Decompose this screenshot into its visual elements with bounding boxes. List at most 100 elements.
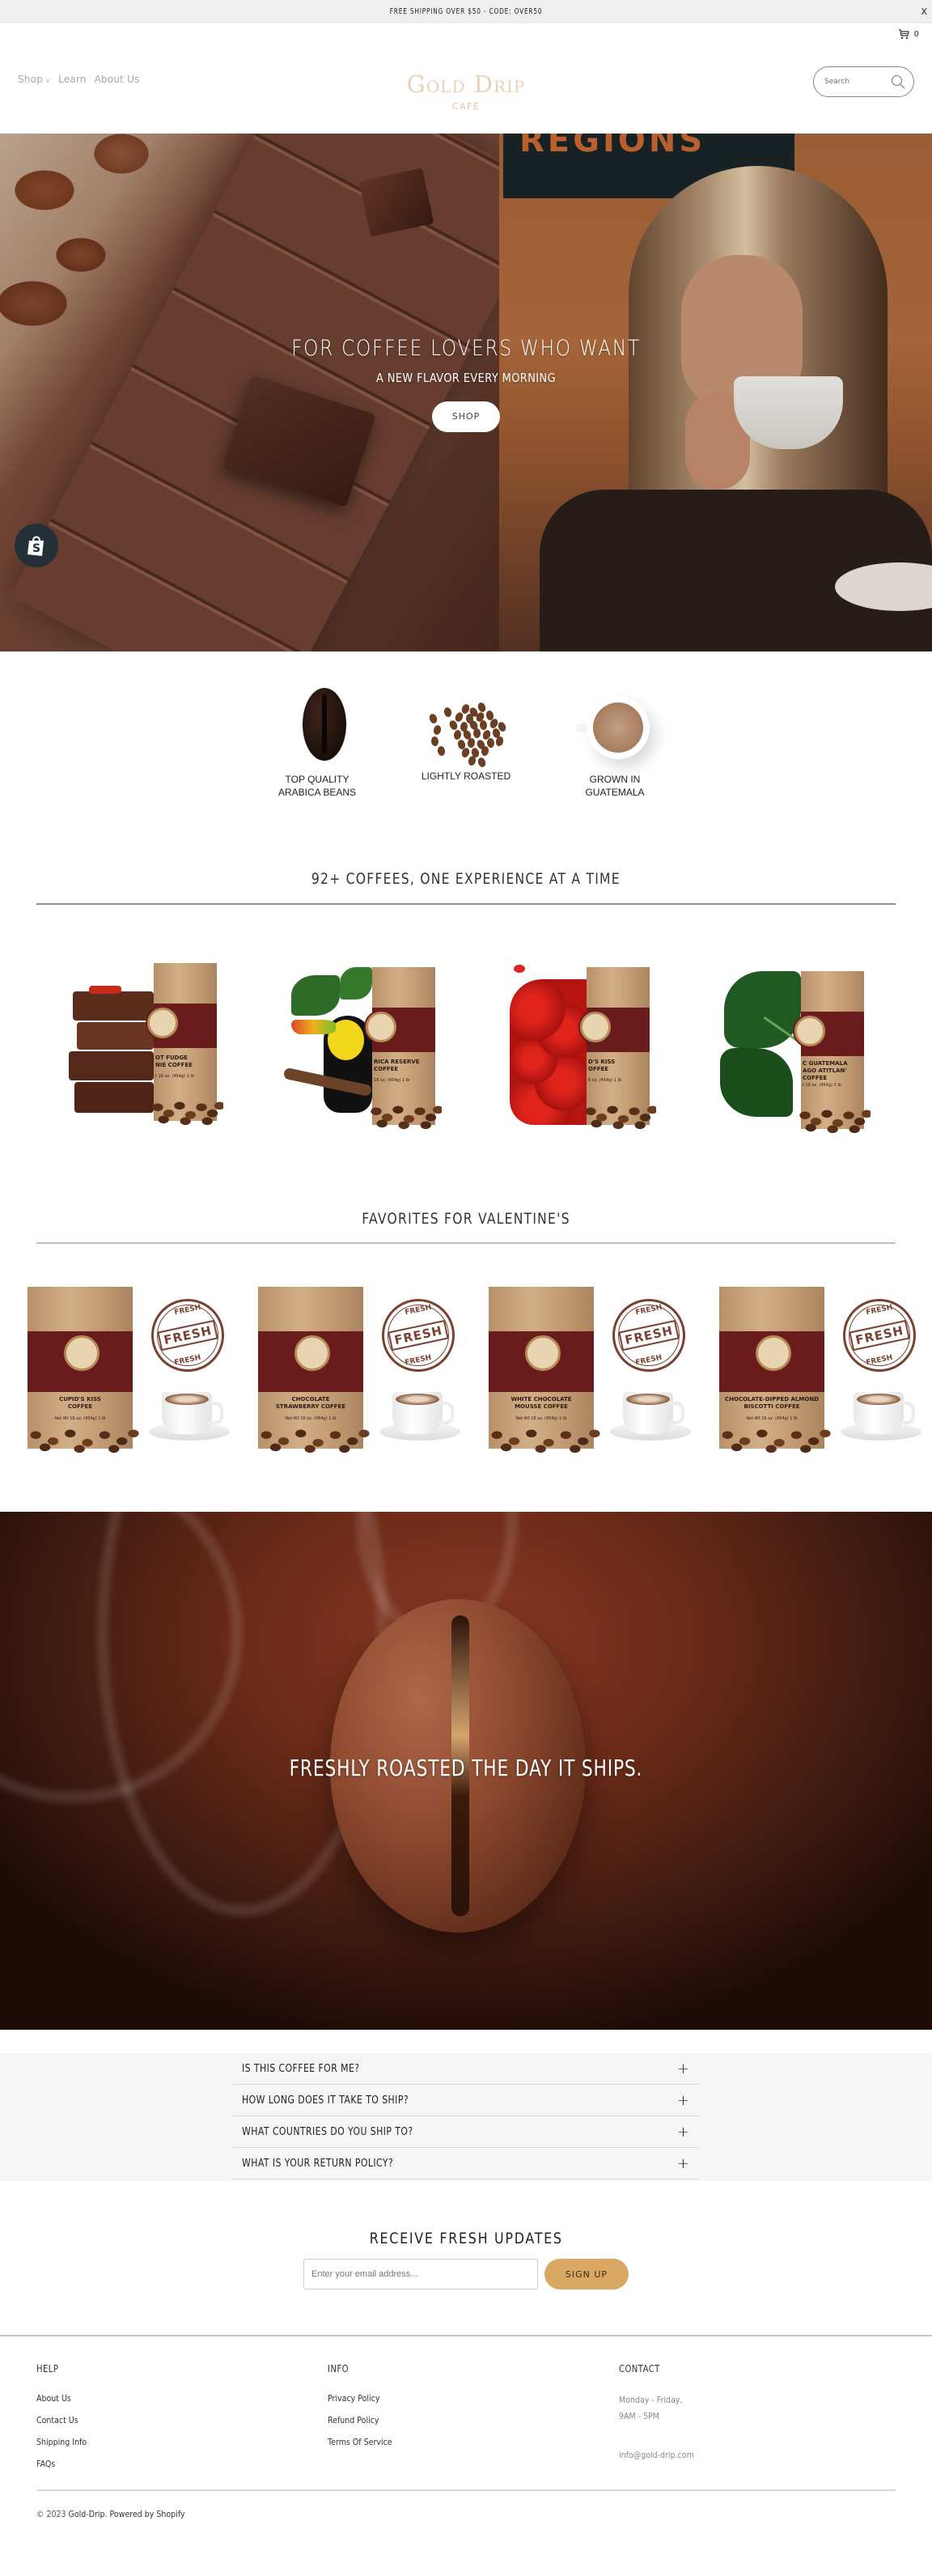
hero-subtitle: A NEW FLAVOR EVERY MORNING: [375, 371, 557, 385]
coffee-bag-image: CHOCOLATE STRAWBERRY COFFEE Net Wt 16 oz. …: [255, 1287, 370, 1454]
fresh-stamp-icon: FRESH FRESH FRESH: [382, 1299, 455, 1372]
product-visual-toucan: [282, 967, 373, 1117]
cart-icon: [898, 29, 909, 40]
product-grid: OT FUDGE NIE COFFEE t 16 oz. (454g) 1 lb …: [0, 955, 932, 1149]
close-announcement-button[interactable]: X: [921, 6, 927, 17]
footer-divider: [36, 2489, 896, 2491]
bean-pile-icon: [422, 696, 515, 769]
product-visual-brownies: [65, 971, 154, 1117]
fresh-stamp-icon: FRESH FRESH FRESH: [151, 1299, 224, 1372]
footer-column-help: HELP About Us Contact Us Shipping Info F…: [36, 2363, 95, 2480]
coffee-mug-image: [162, 1392, 223, 1434]
faq-question: IS THIS COFFEE FOR ME?: [242, 2062, 360, 2075]
features-row: TOP QUALITY ARABICA BEANS LIGHTLY ROASTED…: [0, 680, 932, 799]
hero-caption: FOR COFFEE LOVERS WHO WANT A NEW FLAVOR …: [0, 336, 932, 432]
product-visual-roses: [498, 965, 587, 1125]
newsletter-title: RECEIVE FRESH UPDATES: [369, 2230, 563, 2247]
coffee-mug-image: [854, 1392, 915, 1434]
cart-button[interactable]: 0: [898, 29, 919, 40]
contact-email-link[interactable]: info@gold-drip.com: [619, 2447, 694, 2464]
search-box: [813, 66, 914, 97]
coffee-mug-image: [392, 1392, 454, 1434]
site-logo[interactable]: Gold Drip CAFÉ: [0, 70, 932, 112]
fresh-stamp-icon: FRESH FRESH FRESH: [843, 1299, 916, 1372]
footer-link-shipping-info[interactable]: Shipping Info: [36, 2436, 87, 2458]
business-hours: Monday - Friday,: [619, 2395, 683, 2405]
plus-icon: +: [676, 2154, 689, 2172]
newsletter-section: RECEIVE FRESH UPDATES SIGN UP: [0, 2230, 932, 2290]
logo-wordmark: Gold Drip: [406, 70, 526, 98]
coffee-bag-image: OT FUDGE NIE COFFEE t 16 oz. (454g) 1 lb: [147, 963, 223, 1126]
product-card[interactable]: WHITE CHOCOLATE MOUSSE COFFEE Net Wt 16 oz…: [479, 1279, 697, 1465]
coffee-mug-image: [623, 1392, 684, 1434]
feature-label: GROWN IN GUATEMALA: [585, 774, 645, 798]
svg-text:S: S: [32, 542, 40, 555]
footer-link-contact-us[interactable]: Contact Us: [36, 2414, 87, 2436]
search-input[interactable]: [824, 78, 889, 86]
footer-link-about-us[interactable]: About Us: [36, 2392, 87, 2414]
footer-heading: HELP: [36, 2363, 59, 2374]
business-hours: 9AM - 5PM: [619, 2411, 659, 2421]
announcement-bar: FREE SHIPPING OVER $50 - CODE: OVER50 X: [0, 0, 932, 23]
product-card[interactable]: RICA RESERVE COFFEE 16 oz. (454g) 1 lb: [275, 955, 453, 1141]
product-card[interactable]: OT FUDGE NIE COFFEE t 16 oz. (454g) 1 lb: [57, 955, 235, 1141]
feature-item: LIGHTLY ROASTED: [409, 680, 523, 799]
email-input[interactable]: [303, 2259, 538, 2290]
plus-icon: +: [676, 2060, 689, 2077]
coffee-bag-image: WHITE CHOCOLATE MOUSSE COFFEE Net Wt 16 oz…: [485, 1287, 600, 1454]
footer-column-contact: CONTACT Monday - Friday, 9AM - 5PM info@…: [619, 2363, 706, 2464]
product-card[interactable]: CUPID'S KISS COFFEE Net Wt 16 oz. (454g) 1…: [18, 1279, 236, 1465]
footer-divider: [0, 2335, 932, 2336]
coffee-bag-image: RICA RESERVE COFFEE 16 oz. (454g) 1 lb: [366, 967, 442, 1130]
faq-question: WHAT COUNTRIES DO YOU SHIP TO?: [242, 2125, 413, 2138]
shopify-bag-icon: S: [28, 536, 44, 556]
copyright-year: © 2023: [36, 2509, 66, 2519]
faq-question: WHAT IS YOUR RETURN POLICY?: [242, 2157, 394, 2170]
collection-heading: 92+ COFFEES, ONE EXPERIENCE AT A TIME: [311, 870, 621, 888]
feature-item: GROWN IN GUATEMALA: [558, 680, 671, 799]
product-grid: CUPID'S KISS COFFEE Net Wt 16 oz. (454g) 1…: [0, 1279, 932, 1465]
fresh-stamp-icon: FRESH FRESH FRESH: [612, 1299, 685, 1372]
logo-subtitle: CAFÉ: [451, 101, 481, 112]
faq-item[interactable]: WHAT COUNTRIES DO YOU SHIP TO? +: [232, 2116, 699, 2148]
footer-heading: CONTACT: [619, 2363, 660, 2374]
product-card[interactable]: C GUATEMALA AGO ATITLAN' COFFEE t 16 oz. (…: [704, 955, 882, 1141]
footer-link-terms-of-service[interactable]: Terms Of Service: [328, 2436, 392, 2458]
site-header: 0 Shop ∨ Learn About Us Gold Drip CAFÉ: [0, 23, 932, 134]
feature-label: TOP QUALITY ARABICA BEANS: [277, 774, 357, 798]
product-card[interactable]: CHOCOLATE-DIPPED ALMOND BISCOTTI COFFEE Ne…: [710, 1279, 928, 1465]
newsletter-form: SIGN UP: [0, 2259, 932, 2290]
faq-item[interactable]: WHAT IS YOUR RETURN POLICY? +: [232, 2148, 699, 2179]
coffee-bag-image: C GUATEMALA AGO ATITLAN' COFFEE t 16 oz. (…: [794, 971, 871, 1134]
coffee-bag-image: CUPID'S KISS COFFEE Net Wt 16 oz. (454g) 1…: [24, 1287, 139, 1454]
plus-icon: +: [676, 2123, 689, 2141]
faq-question: HOW LONG DOES IT TAKE TO SHIP?: [242, 2094, 409, 2107]
plus-icon: +: [676, 2091, 689, 2109]
coffee-cup-icon: [587, 696, 650, 759]
footer-column-info: INFO Privacy Policy Refund Policy Terms …: [328, 2363, 403, 2458]
cart-count: 0: [913, 30, 919, 39]
collection-heading: FAVORITES FOR VALENTINE'S: [362, 1210, 570, 1228]
divider: [36, 903, 896, 905]
product-card[interactable]: D'S KISS OFFEE 6 oz. (454g) 1 lb: [489, 955, 667, 1141]
coffee-bag-image: D'S KISS OFFEE 6 oz. (454g) 1 lb: [580, 967, 656, 1130]
faq-section: IS THIS COFFEE FOR ME? + HOW LONG DOES IT…: [0, 2053, 932, 2181]
feature-item: TOP QUALITY ARABICA BEANS: [261, 680, 374, 799]
footer-link-faqs[interactable]: FAQs: [36, 2458, 87, 2480]
faq-item[interactable]: HOW LONG DOES IT TAKE TO SHIP? +: [232, 2085, 699, 2116]
divider: [36, 1242, 896, 1244]
footer-heading: INFO: [328, 2363, 349, 2374]
product-card[interactable]: CHOCOLATE STRAWBERRY COFFEE Net Wt 16 oz. …: [248, 1279, 467, 1465]
footer-link-privacy-policy[interactable]: Privacy Policy: [328, 2392, 392, 2414]
powered-by-shopify-link[interactable]: Powered by Shopify: [110, 2509, 185, 2519]
faq-item[interactable]: IS THIS COFFEE FOR ME? +: [232, 2053, 699, 2085]
hero-title: FOR COFFEE LOVERS WHO WANT: [291, 336, 641, 361]
search-icon[interactable]: [891, 74, 905, 89]
hero-slideshow: REGIONS FOR COFFEE LOVERS WHO WANT A NEW…: [0, 134, 932, 651]
brand-link[interactable]: Gold-Drip.: [69, 2509, 108, 2519]
shop-button[interactable]: SHOP: [432, 401, 500, 432]
coffee-bean-icon: [303, 688, 346, 761]
shopify-badge[interactable]: S: [15, 524, 58, 567]
footer-link-refund-policy[interactable]: Refund Policy: [328, 2414, 392, 2436]
sign-up-button[interactable]: SIGN UP: [544, 2259, 629, 2290]
